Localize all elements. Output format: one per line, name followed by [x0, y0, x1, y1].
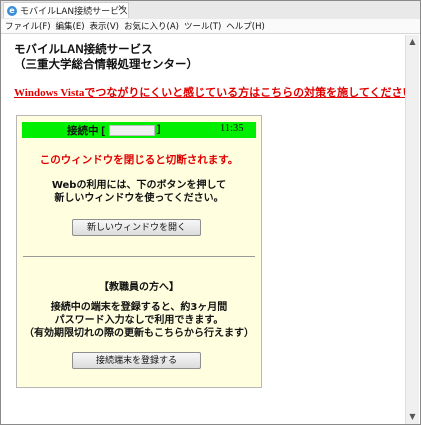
close-tab-icon[interactable]: ✕ — [117, 4, 125, 14]
staff-line-2: パスワード入力なしで利用できます。 — [54, 315, 224, 326]
ie-icon: e — [7, 5, 17, 16]
staff-line-1: 接続中の端末を登録すると、約3ヶ月間 — [50, 302, 228, 313]
scroll-down-arrow-icon[interactable]: ▼ — [406, 411, 419, 423]
status-user-field — [109, 125, 155, 136]
menu-file[interactable]: ファイル(F) — [5, 20, 51, 32]
connection-status-bar: 接続中 [ ] 11:35 — [22, 122, 256, 138]
page-title: モバイルLAN接続サービス （三重大学総合情報処理センター） — [14, 43, 198, 73]
staff-info: 接続中の端末を登録すると、約3ヶ月間 パスワード入力なしで利用できます。 （有効… — [17, 301, 261, 340]
staff-line-3: （有効期限切れの際の更新もこちらから行えます） — [24, 328, 254, 339]
menu-edit[interactable]: 編集(E) — [56, 20, 85, 32]
page-title-line1: モバイルLAN接続サービス — [14, 44, 153, 56]
status-bracket: ] — [157, 123, 161, 135]
tab-title: モバイルLAN接続サービス - ... — [20, 7, 129, 17]
browser-tab[interactable]: e モバイルLAN接続サービス - ... ✕ — [3, 2, 129, 18]
vertical-scrollbar[interactable]: ▲ ▼ — [405, 35, 419, 424]
status-label: 接続中 [ — [67, 125, 105, 137]
info-line-2: 新しいウィンドウを使ってください。 — [54, 193, 224, 204]
divider — [23, 256, 255, 257]
scroll-up-arrow-icon[interactable]: ▲ — [406, 36, 419, 48]
register-device-button[interactable]: 接続端末を登録する — [72, 352, 201, 369]
menu-favorites[interactable]: お気に入り(A) — [124, 20, 179, 32]
connection-panel: 接続中 [ ] 11:35 このウィンドウを閉じると切断されます。 Webの利用… — [16, 115, 262, 388]
page-title-line2: （三重大学総合情報処理センター） — [14, 59, 198, 71]
page-content: モバイルLAN接続サービス （三重大学総合情報処理センター） Windows V… — [1, 35, 406, 424]
vista-help-link[interactable]: Windows Vistaでつながりにくいと感じている方はこちらの対策を施してく… — [14, 84, 406, 100]
browser-window: e モバイルLAN接続サービス - ... ✕ ファイル(F) 編集(E) 表示… — [0, 0, 421, 425]
menu-help[interactable]: ヘルプ(H) — [226, 20, 265, 32]
menu-tools[interactable]: ツール(T) — [184, 20, 221, 32]
info-line-1: Webの利用には、下のボタンを押して — [51, 180, 227, 191]
menu-bar: ファイル(F) 編集(E) 表示(V) お気に入り(A) ツール(T) ヘルプ(… — [1, 19, 420, 34]
menu-view[interactable]: 表示(V) — [90, 20, 119, 32]
web-usage-info: Webの利用には、下のボタンを押して 新しいウィンドウを使ってください。 — [17, 179, 261, 205]
tab-bar: e モバイルLAN接続サービス - ... ✕ — [1, 1, 420, 20]
status-time: 11:35 — [220, 123, 244, 134]
close-warning: このウィンドウを閉じると切断されます。 — [39, 154, 239, 166]
staff-heading: 【教職員の方へ】 — [99, 282, 179, 293]
open-new-window-button[interactable]: 新しいウィンドウを開く — [72, 219, 201, 236]
